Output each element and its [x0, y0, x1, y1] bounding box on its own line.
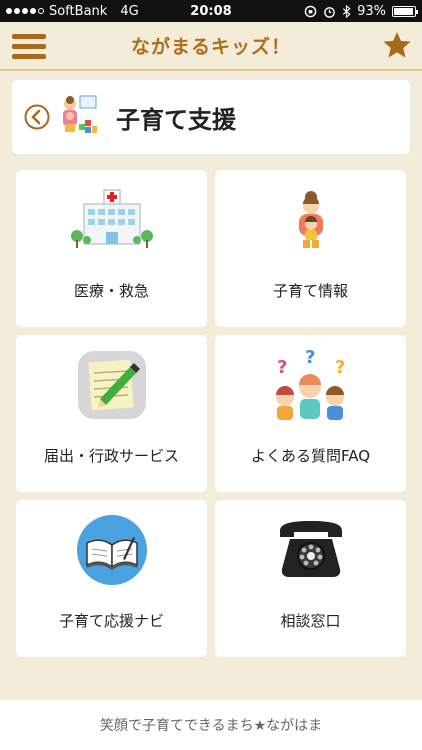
tile-parenting-navi[interactable]: 子育て応援ナビ: [16, 500, 207, 657]
telephone-icon: [279, 521, 342, 577]
footer: 笑顔で子育てできるまち★ながはま: [0, 700, 422, 750]
tile-label: 届出・行政サービス: [43, 447, 179, 465]
back-chevron-icon[interactable]: [24, 104, 50, 130]
tile-label: 相談窓口: [280, 612, 341, 630]
hamburger-menu-icon[interactable]: [12, 34, 46, 60]
family-questions-icon: ? ? ?: [275, 349, 345, 420]
alarm-icon: [324, 6, 335, 18]
tile-consultation[interactable]: 相談窓口: [215, 500, 406, 657]
app-title: ながまるキッズ！: [130, 36, 291, 58]
rotation-lock-icon: [304, 5, 317, 17]
parent-child-icon: [298, 191, 323, 248]
tile-label: よくある質問FAQ: [250, 447, 371, 465]
app-header: ながまるキッズ！: [0, 22, 422, 71]
page-header: 子育て支援: [12, 80, 410, 154]
tile-parenting-info[interactable]: 子育て情報: [215, 170, 406, 327]
footer-slogan: 笑顔で子育てできるまち★ながはま: [99, 718, 323, 734]
tile-label: 子育て情報: [272, 282, 348, 300]
battery-percentage: 93%: [357, 3, 386, 19]
carrier-name: SoftBank: [49, 3, 108, 19]
tile-medical-emergency[interactable]: 医療・救急: [16, 170, 207, 327]
tile-faq[interactable]: ? ? ? よくある質問FAQ: [215, 335, 406, 492]
svg-text:?: ?: [277, 357, 287, 378]
tile-label: 医療・救急: [73, 282, 149, 300]
tile-notifications-admin[interactable]: 届出・行政サービス: [16, 335, 207, 492]
tile-label: 子育て応援ナビ: [58, 612, 164, 630]
star-icon[interactable]: [382, 30, 412, 60]
svg-text:?: ?: [335, 357, 345, 378]
family-illustration-icon: [63, 95, 97, 133]
notepad-pencil-icon: [77, 351, 146, 419]
hospital-icon: [70, 189, 153, 248]
network-type: 4G: [120, 3, 139, 19]
bluetooth-icon: [342, 4, 351, 18]
signal-strength-icon: [6, 8, 44, 14]
svg-text:?: ?: [305, 349, 315, 368]
page-title: 子育て支援: [116, 105, 236, 134]
open-book-icon: [76, 515, 147, 585]
status-bar: SoftBank 4G 20:08 93%: [0, 0, 422, 22]
battery-icon: [392, 5, 418, 17]
